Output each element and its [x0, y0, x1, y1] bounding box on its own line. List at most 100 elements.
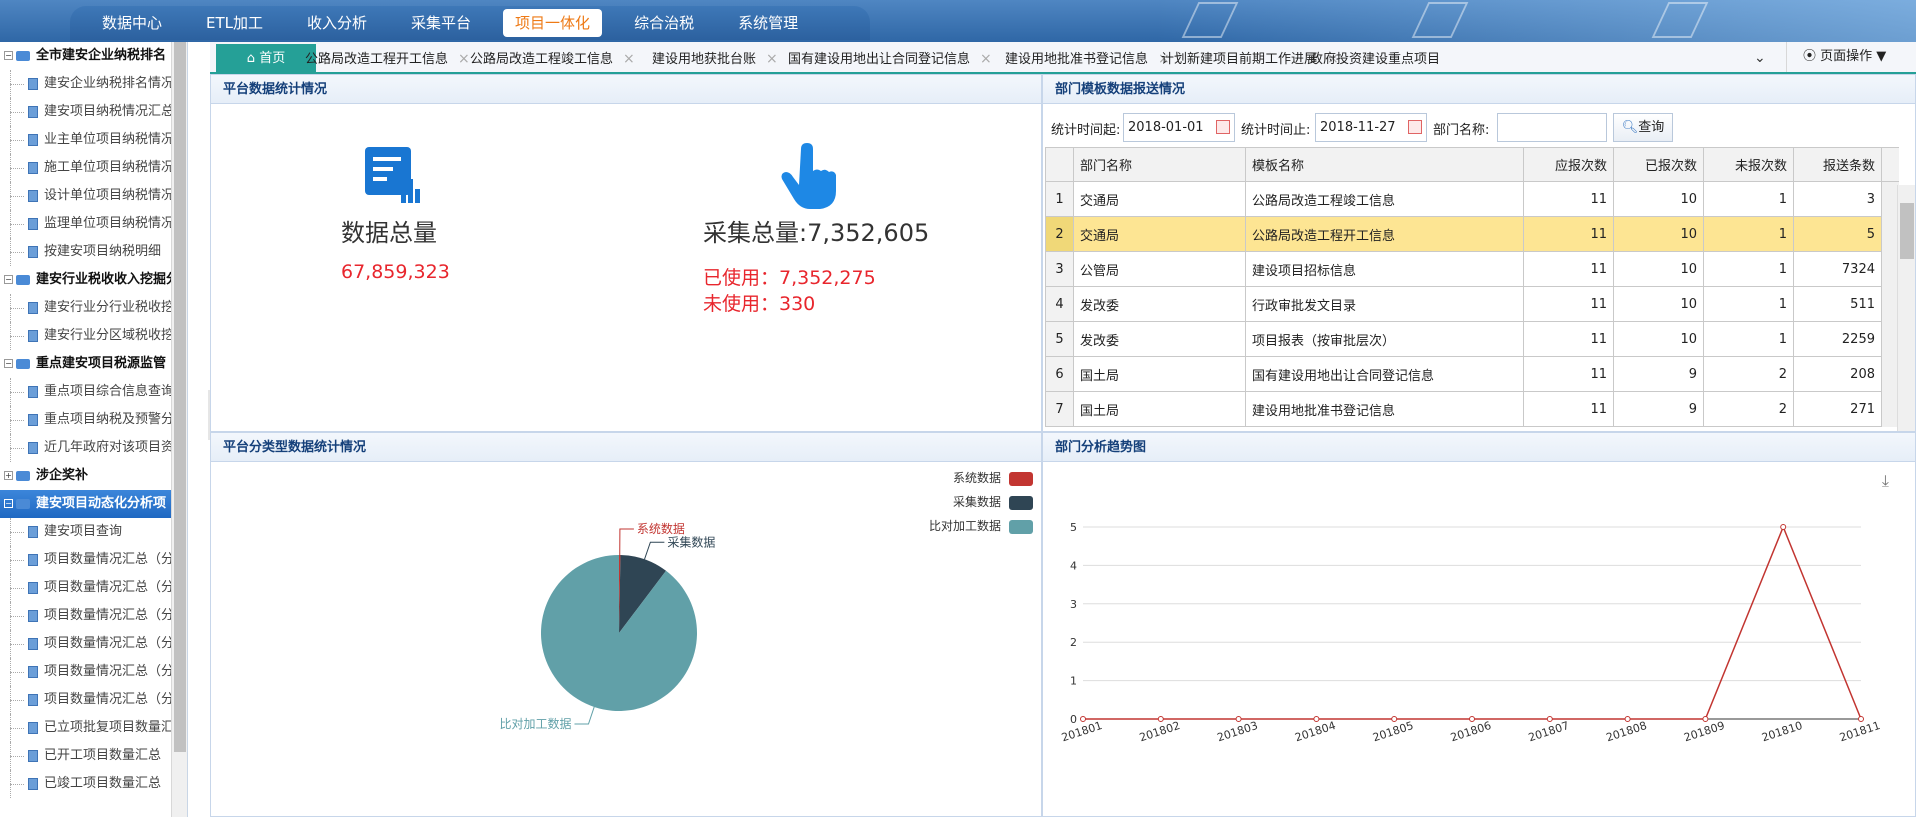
sidebar-group[interactable]: − 全市建安企业纳税排名 — [0, 42, 172, 70]
column-header[interactable]: 模板名称 — [1245, 147, 1524, 182]
sidebar-group[interactable]: − 建安行业税收收入挖掘分 — [0, 266, 172, 294]
sidebar-item[interactable]: 建安行业分区域税收挖 — [0, 322, 172, 350]
sidebar-item[interactable]: 项目数量情况汇总（分 — [0, 630, 172, 658]
expand-toggle-icon[interactable]: − — [4, 51, 13, 60]
start-date-input[interactable]: 2018-01-01 — [1123, 113, 1235, 142]
folder-icon — [16, 274, 30, 285]
data-point[interactable] — [1157, 716, 1164, 722]
sidebar-item[interactable]: 项目数量情况汇总（分 — [0, 602, 172, 630]
top-menu-item[interactable]: 综合治税 — [622, 9, 706, 37]
table-row[interactable]: 7 国土局 建设用地批准书登记信息 11 9 2 271 — [1045, 391, 1899, 427]
document-icon — [28, 329, 38, 342]
table-cell: 208 — [1793, 356, 1882, 392]
data-point[interactable] — [1080, 716, 1086, 722]
folder-icon — [16, 50, 30, 61]
tab-item[interactable]: 公路局改造工程竣工信息 × — [470, 47, 635, 72]
pie-slice[interactable] — [541, 555, 698, 711]
sidebar-item[interactable]: 已开工项目数量汇总 — [0, 742, 172, 770]
column-header[interactable]: 部门名称 — [1073, 147, 1246, 182]
table-row[interactable]: 1 交通局 公路局改造工程竣工信息 11 10 1 3 — [1045, 181, 1899, 217]
tab-scroll-chevron-icon[interactable]: ⌄ — [1754, 50, 1766, 66]
table-scroll-thumb[interactable] — [1900, 203, 1914, 259]
sidebar-item[interactable]: 建安项目纳税情况汇总 — [0, 98, 172, 126]
table-row[interactable]: 4 发改委 行政审批发文目录 11 10 1 511 — [1045, 286, 1899, 322]
tab-item[interactable]: 国有建设用地出让合同登记信息 × — [788, 47, 992, 72]
sidebar-item[interactable]: 业主单位项目纳税情况 — [0, 126, 172, 154]
top-menu-item[interactable]: 系统管理 — [726, 9, 810, 37]
sidebar-item[interactable]: 项目数量情况汇总（分 — [0, 658, 172, 686]
data-point[interactable] — [1780, 524, 1787, 530]
page-operations-menu[interactable]: ⦿ 页面操作 ▼ — [1786, 42, 1916, 72]
sidebar-item[interactable]: 建安企业纳税排名情况 — [0, 70, 172, 98]
table-row[interactable]: 6 国土局 国有建设用地出让合同登记信息 11 9 2 208 — [1045, 356, 1899, 392]
dept-name-input[interactable] — [1497, 113, 1607, 142]
data-point[interactable] — [1624, 716, 1631, 722]
dept-name-label: 部门名称: — [1433, 123, 1490, 138]
sidebar-item[interactable]: 已竣工项目数量汇总 — [0, 770, 172, 798]
tab-item[interactable]: 建设用地获批台账 × — [652, 47, 778, 72]
data-point[interactable] — [1469, 716, 1475, 722]
sidebar-item[interactable]: 按建安项目纳税明细 — [0, 238, 172, 266]
expand-toggle-icon[interactable]: + — [4, 471, 13, 480]
sidebar-item[interactable]: 项目数量情况汇总（分 — [0, 546, 172, 574]
sidebar-item[interactable]: 近几年政府对该项目资 — [0, 434, 172, 462]
sidebar-label: 建安企业纳税排名情况 — [44, 76, 172, 91]
sidebar-item[interactable]: 已立项批复项目数量汇 — [0, 714, 172, 742]
sidebar-item[interactable]: 重点项目综合信息查询 — [0, 378, 172, 406]
sidebar-item[interactable]: 建安行业分行业税收挖 — [0, 294, 172, 322]
data-point[interactable] — [1702, 716, 1709, 722]
sidebar-scroll-thumb[interactable] — [174, 42, 186, 752]
close-icon[interactable]: × — [980, 51, 992, 67]
top-menu-item[interactable]: 采集平台 — [399, 9, 483, 37]
expand-toggle-icon[interactable]: − — [4, 359, 13, 368]
close-icon[interactable]: × — [623, 51, 635, 67]
sidebar-tree: − 全市建安企业纳税排名建安企业纳税排名情况建安项目纳税情况汇总 业主单位项目纳税情… — [0, 42, 187, 798]
tab-item[interactable]: 政府投资建设重点项目 — [1310, 47, 1452, 72]
sidebar-item[interactable]: 设计单位项目纳税情况 — [0, 182, 172, 210]
sidebar-scrollbar[interactable] — [171, 42, 187, 817]
calendar-icon[interactable] — [1216, 120, 1230, 134]
tab-home[interactable]: ⌂ 首页 — [216, 44, 316, 74]
tab-item[interactable]: 公路局改造工程开工信息 × — [305, 47, 470, 72]
sidebar-label: 涉企奖补 — [36, 468, 89, 483]
column-header[interactable]: 已报次数 — [1613, 147, 1704, 182]
close-icon[interactable]: × — [766, 51, 778, 67]
table-cell: 2 — [1703, 356, 1794, 392]
data-point[interactable] — [1313, 716, 1320, 722]
tab-item[interactable]: 建设用地批准书登记信息 × — [1005, 47, 1170, 72]
top-menu-item[interactable]: 收入分析 — [295, 9, 379, 37]
table-row[interactable]: 5 发改委 项目报表（按审批层次） 11 10 1 2259 — [1045, 321, 1899, 357]
calendar-icon[interactable] — [1408, 120, 1422, 134]
sidebar-item[interactable]: 施工单位项目纳税情况 — [0, 154, 172, 182]
sidebar-item[interactable]: 项目数量情况汇总（分 — [0, 574, 172, 602]
top-menu-item[interactable]: 数据中心 — [90, 9, 174, 37]
column-header[interactable]: 未报次数 — [1703, 147, 1794, 182]
column-header[interactable]: 报送条数 — [1793, 147, 1882, 182]
table-cell: 建设用地批准书登记信息 — [1245, 391, 1524, 427]
table-scrollbar[interactable] — [1897, 185, 1915, 431]
sidebar-group[interactable]: − 建安项目动态化分析项 — [0, 490, 172, 518]
sidebar-group[interactable]: + 涉企奖补 — [0, 462, 172, 490]
start-date-label: 统计时间起: — [1051, 123, 1121, 138]
sidebar-item[interactable]: 建安项目查询 — [0, 518, 172, 546]
data-total-label: 数据总量 — [341, 219, 437, 247]
query-button[interactable]: 🔍︎查询 — [1613, 113, 1673, 142]
table-row[interactable]: 3 公管局 建设项目招标信息 11 10 1 7324 — [1045, 251, 1899, 287]
top-menu-item[interactable]: 项目一体化 — [503, 9, 603, 37]
end-date-input[interactable]: 2018-11-27 — [1315, 113, 1427, 142]
data-point[interactable] — [1391, 716, 1398, 722]
data-point[interactable] — [1546, 716, 1553, 722]
column-header[interactable]: 应报次数 — [1523, 147, 1614, 182]
expand-toggle-icon[interactable]: − — [4, 499, 13, 508]
table-row[interactable]: 2 交通局 公路局改造工程开工信息 11 10 1 5 — [1045, 216, 1899, 252]
sidebar-group[interactable]: − 重点建安项目税源监管 — [0, 350, 172, 378]
data-point[interactable] — [1858, 716, 1864, 722]
close-icon[interactable]: × — [458, 51, 470, 67]
sidebar-item[interactable]: 项目数量情况汇总（分 — [0, 686, 172, 714]
expand-toggle-icon[interactable]: − — [4, 275, 13, 284]
data-point[interactable] — [1235, 716, 1242, 722]
sidebar-item[interactable]: 重点项目纳税及预警分 — [0, 406, 172, 434]
sidebar-item[interactable]: 监理单位项目纳税情况 — [0, 210, 172, 238]
top-menu-item[interactable]: ETL加工 — [194, 9, 275, 37]
document-icon — [28, 525, 38, 538]
